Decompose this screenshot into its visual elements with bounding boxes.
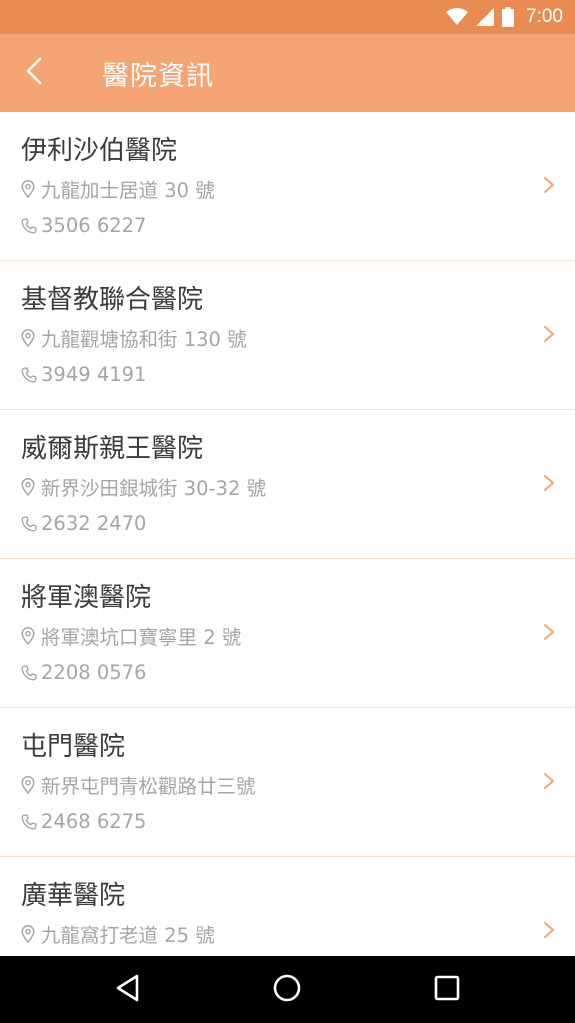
hospital-address: 九龍觀塘協和街 130 號 bbox=[41, 328, 247, 351]
phone-icon bbox=[21, 218, 41, 234]
recents-square-icon bbox=[434, 975, 460, 1005]
nav-back-button[interactable] bbox=[98, 960, 158, 1020]
hospital-name: 將軍澳醫院 bbox=[21, 583, 152, 613]
list-item[interactable]: 將軍澳醫院 將軍澳坑口寶寧里 2 號 2208 0576 bbox=[0, 559, 575, 708]
page-title: 醫院資訊 bbox=[102, 60, 214, 92]
hospital-phone: 2632 2470 bbox=[41, 512, 147, 535]
hospital-address: 九龍加士居道 30 號 bbox=[41, 179, 215, 202]
hospital-phone: 3949 4191 bbox=[41, 363, 147, 386]
wifi-icon bbox=[446, 8, 469, 26]
hospital-address: 新界屯門青松觀路廿三號 bbox=[41, 775, 256, 798]
hospital-phone: 2468 6275 bbox=[41, 810, 147, 833]
chevron-right-icon bbox=[541, 919, 557, 941]
hospital-list: 伊利沙伯醫院 九龍加士居道 30 號 3506 6227 基督教聯合醫院 九龍觀… bbox=[0, 112, 575, 956]
hospital-name: 伊利沙伯醫院 bbox=[21, 136, 178, 166]
location-pin-icon bbox=[21, 924, 41, 943]
location-pin-icon bbox=[21, 328, 41, 347]
location-pin-icon bbox=[21, 626, 41, 645]
hospital-phone: 2208 0576 bbox=[41, 661, 147, 684]
chevron-right-icon bbox=[541, 323, 557, 345]
phone-icon bbox=[21, 814, 41, 830]
location-pin-icon bbox=[21, 477, 41, 496]
hospital-name: 屯門醫院 bbox=[21, 732, 126, 762]
hospital-name: 廣華醫院 bbox=[21, 881, 126, 911]
hospital-name: 基督教聯合醫院 bbox=[21, 285, 204, 315]
phone-icon bbox=[21, 367, 41, 383]
chevron-right-icon bbox=[541, 770, 557, 792]
phone-icon bbox=[21, 665, 41, 681]
nav-home-button[interactable] bbox=[257, 960, 317, 1020]
hospital-name: 威爾斯親王醫院 bbox=[21, 434, 204, 464]
phone-icon bbox=[21, 516, 41, 532]
list-item[interactable]: 基督教聯合醫院 九龍觀塘協和街 130 號 3949 4191 bbox=[0, 261, 575, 410]
chevron-right-icon bbox=[541, 472, 557, 494]
hospital-address: 九龍窩打老道 25 號 bbox=[41, 924, 215, 947]
status-bar: 7:00 bbox=[0, 0, 575, 34]
location-pin-icon bbox=[21, 179, 41, 198]
back-arrow-icon bbox=[24, 57, 44, 89]
list-item[interactable]: 屯門醫院 新界屯門青松觀路廿三號 2468 6275 bbox=[0, 708, 575, 857]
hospital-phone: 3506 6227 bbox=[41, 214, 147, 237]
signal-icon bbox=[476, 8, 495, 26]
system-nav-bar bbox=[0, 956, 575, 1023]
status-time: 7:00 bbox=[526, 6, 563, 27]
app-bar: 醫院資訊 bbox=[0, 34, 575, 112]
chevron-right-icon bbox=[541, 174, 557, 196]
list-item[interactable]: 廣華醫院 九龍窩打老道 25 號 bbox=[0, 857, 575, 956]
hospital-address: 將軍澳坑口寶寧里 2 號 bbox=[41, 626, 242, 649]
list-item[interactable]: 伊利沙伯醫院 九龍加士居道 30 號 3506 6227 bbox=[0, 112, 575, 261]
back-button[interactable] bbox=[0, 34, 68, 112]
list-item[interactable]: 威爾斯親王醫院 新界沙田銀城街 30-32 號 2632 2470 bbox=[0, 410, 575, 559]
location-pin-icon bbox=[21, 775, 41, 794]
hospital-address: 新界沙田銀城街 30-32 號 bbox=[41, 477, 267, 500]
back-triangle-icon bbox=[115, 974, 141, 1006]
home-circle-icon bbox=[272, 973, 302, 1007]
nav-recents-button[interactable] bbox=[417, 960, 477, 1020]
battery-icon bbox=[502, 7, 515, 27]
chevron-right-icon bbox=[541, 621, 557, 643]
